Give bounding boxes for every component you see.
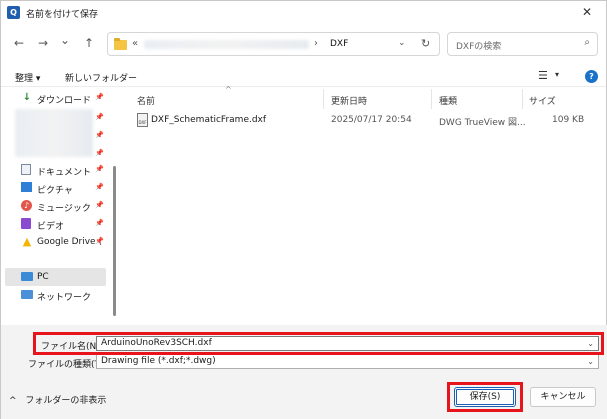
sidebar-item-network[interactable]: ネットワーク	[1, 286, 107, 304]
sidebar-label: ネットワーク	[37, 293, 92, 303]
blurred-quick-access	[15, 109, 93, 157]
file-name: DXF_SchematicFrame.dxf	[151, 115, 267, 125]
dxf-file-icon: DXF	[137, 113, 148, 127]
title-bar: Q 名前を付けて保存 ✕	[1, 1, 606, 25]
sidebar-item-music[interactable]: ♪ ミュージック 📌	[1, 197, 107, 215]
column-header-type[interactable]: 種類	[439, 94, 457, 107]
sort-ascending-icon: ^	[225, 85, 232, 94]
hide-folders-label: フォルダーの非表示	[25, 396, 107, 406]
blurred-path	[144, 40, 309, 49]
pin-icon: 📌	[95, 93, 104, 101]
file-modified: 2025/07/17 20:54	[331, 115, 412, 125]
navigation-pane: ↓ ダウンロード 📌 📌 📌 📌 ドキュメント 📌 ピクチャ 📌 ♪ ミュージッ…	[1, 87, 111, 323]
search-placeholder: DXFの検索	[456, 42, 502, 52]
filetype-select[interactable]: Drawing file (*.dxf;*.dwg) ⌄	[96, 354, 599, 369]
forward-arrow-icon[interactable]: →	[35, 35, 51, 51]
folder-icon	[114, 38, 127, 50]
chevron-up-icon: ^	[9, 396, 17, 406]
pin-icon: 📌	[95, 237, 104, 245]
filetype-value: Drawing file (*.dxf;*.dwg)	[101, 356, 216, 366]
sidebar-label: ビデオ	[37, 222, 65, 232]
app-icon: Q	[7, 6, 20, 19]
video-icon	[21, 218, 31, 229]
sidebar-label: Google Drive (	[37, 237, 102, 247]
sidebar-scrollbar[interactable]	[113, 166, 116, 316]
sidebar-label: ドキュメント	[37, 168, 92, 178]
download-icon: ↓	[22, 92, 32, 103]
computer-icon	[21, 272, 33, 281]
window-title: 名前を付けて保存	[26, 10, 99, 20]
save-as-dialog: Q 名前を付けて保存 ✕ ← → ⌄ ↑ « › DXF ⌄ ↻ DXFの検索 …	[0, 0, 607, 419]
sidebar-item-downloads[interactable]: ↓ ダウンロード 📌	[1, 89, 107, 107]
column-divider[interactable]	[522, 89, 523, 109]
google-drive-icon: ▲	[22, 235, 32, 248]
file-row[interactable]: DXF DXF_SchematicFrame.dxf 2025/07/17 20…	[129, 111, 599, 129]
sidebar-item-documents[interactable]: ドキュメント 📌	[1, 161, 107, 179]
up-arrow-icon[interactable]: ↑	[81, 35, 97, 51]
view-dropdown-icon[interactable]: ▾	[555, 70, 559, 79]
organize-button[interactable]: 整理 ▾	[15, 71, 40, 84]
sidebar-label: ダウンロード	[37, 96, 92, 106]
column-header-name[interactable]: 名前	[137, 94, 155, 107]
hide-folders-toggle[interactable]: ^ フォルダーの非表示	[9, 393, 106, 406]
document-icon	[21, 164, 31, 175]
filename-label: ファイル名(N):	[41, 342, 103, 352]
pin-icon: 📌	[95, 219, 104, 227]
file-size: 109 KB	[552, 115, 585, 125]
close-button[interactable]: ✕	[574, 3, 600, 22]
filename-value: ArduinoUnoRev3SCH.dxf	[101, 338, 212, 348]
new-folder-button[interactable]: 新しいフォルダー	[65, 71, 137, 84]
save-button[interactable]: 保存(S)	[454, 387, 516, 407]
breadcrumb-separator-icon: ›	[314, 38, 318, 49]
breadcrumb-current[interactable]: DXF	[330, 39, 348, 49]
pin-icon: 📌	[95, 183, 104, 191]
help-icon[interactable]: ?	[585, 70, 598, 83]
sidebar-label: ミュージック	[37, 204, 91, 214]
cancel-button[interactable]: キャンセル	[530, 387, 596, 407]
view-menu-icon[interactable]: ☰	[538, 69, 548, 82]
pin-icon: 📌	[95, 149, 104, 157]
sidebar-item-google-drive[interactable]: ▲ Google Drive ( 📌	[1, 233, 107, 251]
filetype-label: ファイルの種類(T):	[28, 360, 107, 370]
filename-field[interactable]: ArduinoUnoRev3SCH.dxf ⌄	[96, 336, 599, 351]
sidebar-label: PC	[37, 272, 49, 282]
music-icon: ♪	[21, 200, 32, 211]
recent-locations-icon[interactable]: ⌄	[57, 32, 73, 48]
column-divider[interactable]	[323, 89, 324, 109]
pin-icon: 📌	[95, 165, 104, 173]
sidebar-label: ピクチャ	[37, 186, 73, 196]
address-bar[interactable]: « › DXF ⌄ ↻	[107, 32, 440, 56]
picture-icon	[21, 182, 32, 192]
refresh-icon[interactable]: ↻	[421, 37, 430, 50]
pin-icon: 📌	[95, 201, 104, 209]
sidebar-item-videos[interactable]: ビデオ 📌	[1, 215, 107, 233]
address-dropdown-icon[interactable]: ⌄	[398, 38, 406, 48]
pin-icon: 📌	[95, 131, 104, 139]
filename-dropdown-icon[interactable]: ⌄	[587, 337, 594, 350]
sidebar-item-pictures[interactable]: ピクチャ 📌	[1, 179, 107, 197]
pin-icon: 📌	[95, 113, 104, 121]
column-header-modified[interactable]: 更新日時	[331, 94, 367, 107]
back-arrow-icon[interactable]: ←	[11, 35, 27, 51]
file-type: DWG TrueView 図...	[439, 118, 526, 128]
filetype-dropdown-icon[interactable]: ⌄	[587, 355, 594, 368]
search-icon[interactable]: ⌕	[584, 37, 590, 48]
sidebar-item-pc[interactable]: PC	[5, 268, 106, 286]
column-header-size[interactable]: サイズ	[529, 94, 556, 107]
address-overflow-icon[interactable]: «	[132, 38, 138, 49]
network-icon	[21, 290, 33, 299]
column-divider[interactable]	[431, 89, 432, 109]
search-input[interactable]: DXFの検索 ⌕	[447, 32, 598, 56]
